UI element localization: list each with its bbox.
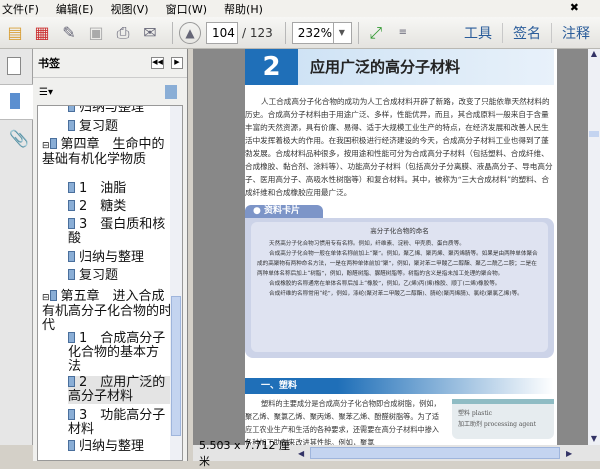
combine-icon[interactable]: ▦	[31, 22, 53, 44]
bookmark-item[interactable]: 归纳与整理	[68, 106, 144, 115]
bookmark-from-selection-icon[interactable]	[165, 85, 177, 99]
collapse-icon: ⊟	[42, 141, 50, 151]
bookmark-scrollbar[interactable]	[170, 106, 182, 460]
expand-panel-button[interactable]: ▶	[171, 57, 183, 69]
bookmark-item-selected[interactable]: 2 应用广泛的高分子材料	[68, 376, 172, 404]
bookmark-item[interactable]: 2 糖类	[68, 200, 126, 214]
lesson-number: 2	[245, 49, 298, 85]
glossary-box: 塑料 plastic 加工助剂 processing agent	[452, 399, 554, 439]
card-tab: ● 资料卡片	[245, 205, 323, 218]
info-card: 高分子化合物的命名 天然高分子化合物习惯用专有名称。例如，纤维素、淀粉、甲壳质、…	[245, 218, 554, 358]
status-bar: 5.503 x 7.712 厘米 ◀ ▶	[193, 439, 600, 468]
document-scrollbar[interactable]: ▲ ▼	[588, 49, 600, 445]
lesson-title: 应用广泛的高分子材料	[298, 49, 554, 85]
zoom-dropdown-icon[interactable]: ▼	[333, 21, 352, 44]
page-up-icon[interactable]: ▲	[179, 21, 201, 44]
collapse-panel-button[interactable]: ◀◀	[151, 57, 164, 69]
navigation-strip: 📎	[0, 49, 33, 445]
pdf-page: 2 应用广泛的高分子材料 人工合成高分子化合物的成功为人工合成材料开辟了新路，改…	[245, 49, 557, 445]
section-header: 一、塑料	[245, 378, 554, 394]
bookmark-chapter[interactable]: ⊟ 第四章 生命中的基础有机化学物质	[42, 138, 176, 167]
bookmark-item[interactable]: 复习题	[68, 269, 118, 283]
horizontal-scrollbar[interactable]	[310, 447, 560, 459]
card-paragraph: 合成高分子化合物一般在单体名称前加上“聚”。例如，聚乙烯、聚丙烯、聚丙烯腈等。如…	[257, 251, 538, 277]
more-icon[interactable]: ≡	[392, 22, 414, 44]
save-icon[interactable]: ▣	[85, 22, 107, 44]
card-paragraph: 天然高分子化合物习惯用专有名称。例如，纤维素、淀粉、甲壳质、蛋白质等。	[269, 241, 465, 247]
menu-edit[interactable]: 编辑(E)	[54, 1, 94, 17]
panel-title: 书签	[38, 57, 60, 70]
divider	[172, 21, 173, 44]
create-icon[interactable]: ▤	[4, 22, 26, 44]
bookmark-item[interactable]: 1 油脂	[68, 182, 126, 196]
page-number-input[interactable]: 104	[206, 21, 238, 44]
attachment-icon[interactable]: 📎	[9, 129, 29, 148]
bookmark-item[interactable]: 3 蛋白质和核酸	[68, 218, 168, 246]
bookmark-chapter[interactable]: ⊟ 第五章 进入合成有机高分子化合物的时代	[42, 290, 176, 333]
options-menu-icon[interactable]: ☰▾	[39, 87, 53, 98]
menu-bar: 文件(F) 编辑(E) 视图(V) 窗口(W) 帮助(H) ✖	[0, 0, 600, 17]
divider	[284, 21, 286, 44]
divider	[357, 21, 359, 44]
glossary-term: 塑料 plastic	[458, 410, 493, 417]
card-paragraph: 合成橡胶的名称通常在单体名称后加上“橡胶”，例如，乙(烯)丙(烯)橡胶、顺丁(二…	[269, 281, 501, 287]
bookmarks-icon[interactable]	[0, 84, 33, 120]
card-paragraph: 合成纤维的名称常用“纶”，例如，涤纶(聚对苯二甲酸乙二醇酯)、腈纶(聚丙烯腈)、…	[269, 291, 523, 297]
toolbar: ▤ ▦ ✎ ▣ ⎙ ✉ ▲ 104 / 123 232% ▼ ⤢ ≡ 工具 签名…	[0, 17, 600, 49]
bookmark-item[interactable]: 1 合成高分子化合物的基本方法	[68, 332, 168, 374]
scroll-left-icon[interactable]: ◀	[298, 449, 310, 458]
menu-window[interactable]: 窗口(W)	[164, 1, 207, 17]
edit-icon[interactable]: ✎	[58, 22, 80, 44]
page-size: 5.503 x 7.712 厘米	[199, 439, 290, 468]
sign-button[interactable]: 签名	[502, 22, 551, 43]
glossary-term: 加工助剂 processing agent	[458, 421, 537, 428]
tools-button[interactable]: 工具	[454, 23, 502, 43]
menu-file[interactable]: 文件(F)	[0, 1, 39, 17]
document-view: 2 应用广泛的高分子材料 人工合成高分子化合物的成功为人工合成材料开辟了新路，改…	[193, 49, 588, 445]
bookmark-item[interactable]: 3 功能高分子材料	[68, 409, 168, 437]
email-icon[interactable]: ✉	[139, 22, 161, 44]
pages-icon[interactable]	[7, 57, 21, 75]
menu-help[interactable]: 帮助(H)	[222, 1, 263, 17]
close-icon[interactable]: ✖	[568, 1, 579, 14]
comment-button[interactable]: 注释	[551, 22, 600, 43]
card-title: 高分子化合物的命名	[370, 227, 429, 235]
zoom-input[interactable]: 232%	[291, 21, 334, 44]
bookmark-item[interactable]: 归纳与整理	[68, 251, 144, 265]
intro-paragraph: 人工合成高分子化合物的成功为人工合成材料开辟了新路，改变了只能依靠天然材料的历史…	[245, 97, 553, 197]
print-icon[interactable]: ⎙	[112, 22, 134, 44]
scroll-right-icon[interactable]: ▶	[566, 449, 572, 458]
page-total: / 123	[242, 25, 273, 40]
fullscreen-icon[interactable]: ⤢	[365, 22, 387, 44]
bookmark-item[interactable]: 复习题	[68, 120, 118, 134]
bookmark-tree: 归纳与整理 复习题 ⊟ 第四章 生命中的基础有机化学物质 1 油脂 2 糖类 3 …	[37, 105, 183, 461]
scroll-down-icon[interactable]: ▼	[588, 434, 600, 443]
bookmark-item[interactable]: 归纳与整理	[68, 440, 144, 454]
collapse-icon: ⊟	[42, 293, 50, 303]
menu-view[interactable]: 视图(V)	[108, 1, 148, 17]
bookmarks-panel: 书签 ◀◀ ▶ ☰▾ 归纳与整理 复习题 ⊟ 第四章 生命中的基础有机化学物质 1…	[33, 49, 188, 461]
scroll-up-icon[interactable]: ▲	[588, 49, 600, 58]
